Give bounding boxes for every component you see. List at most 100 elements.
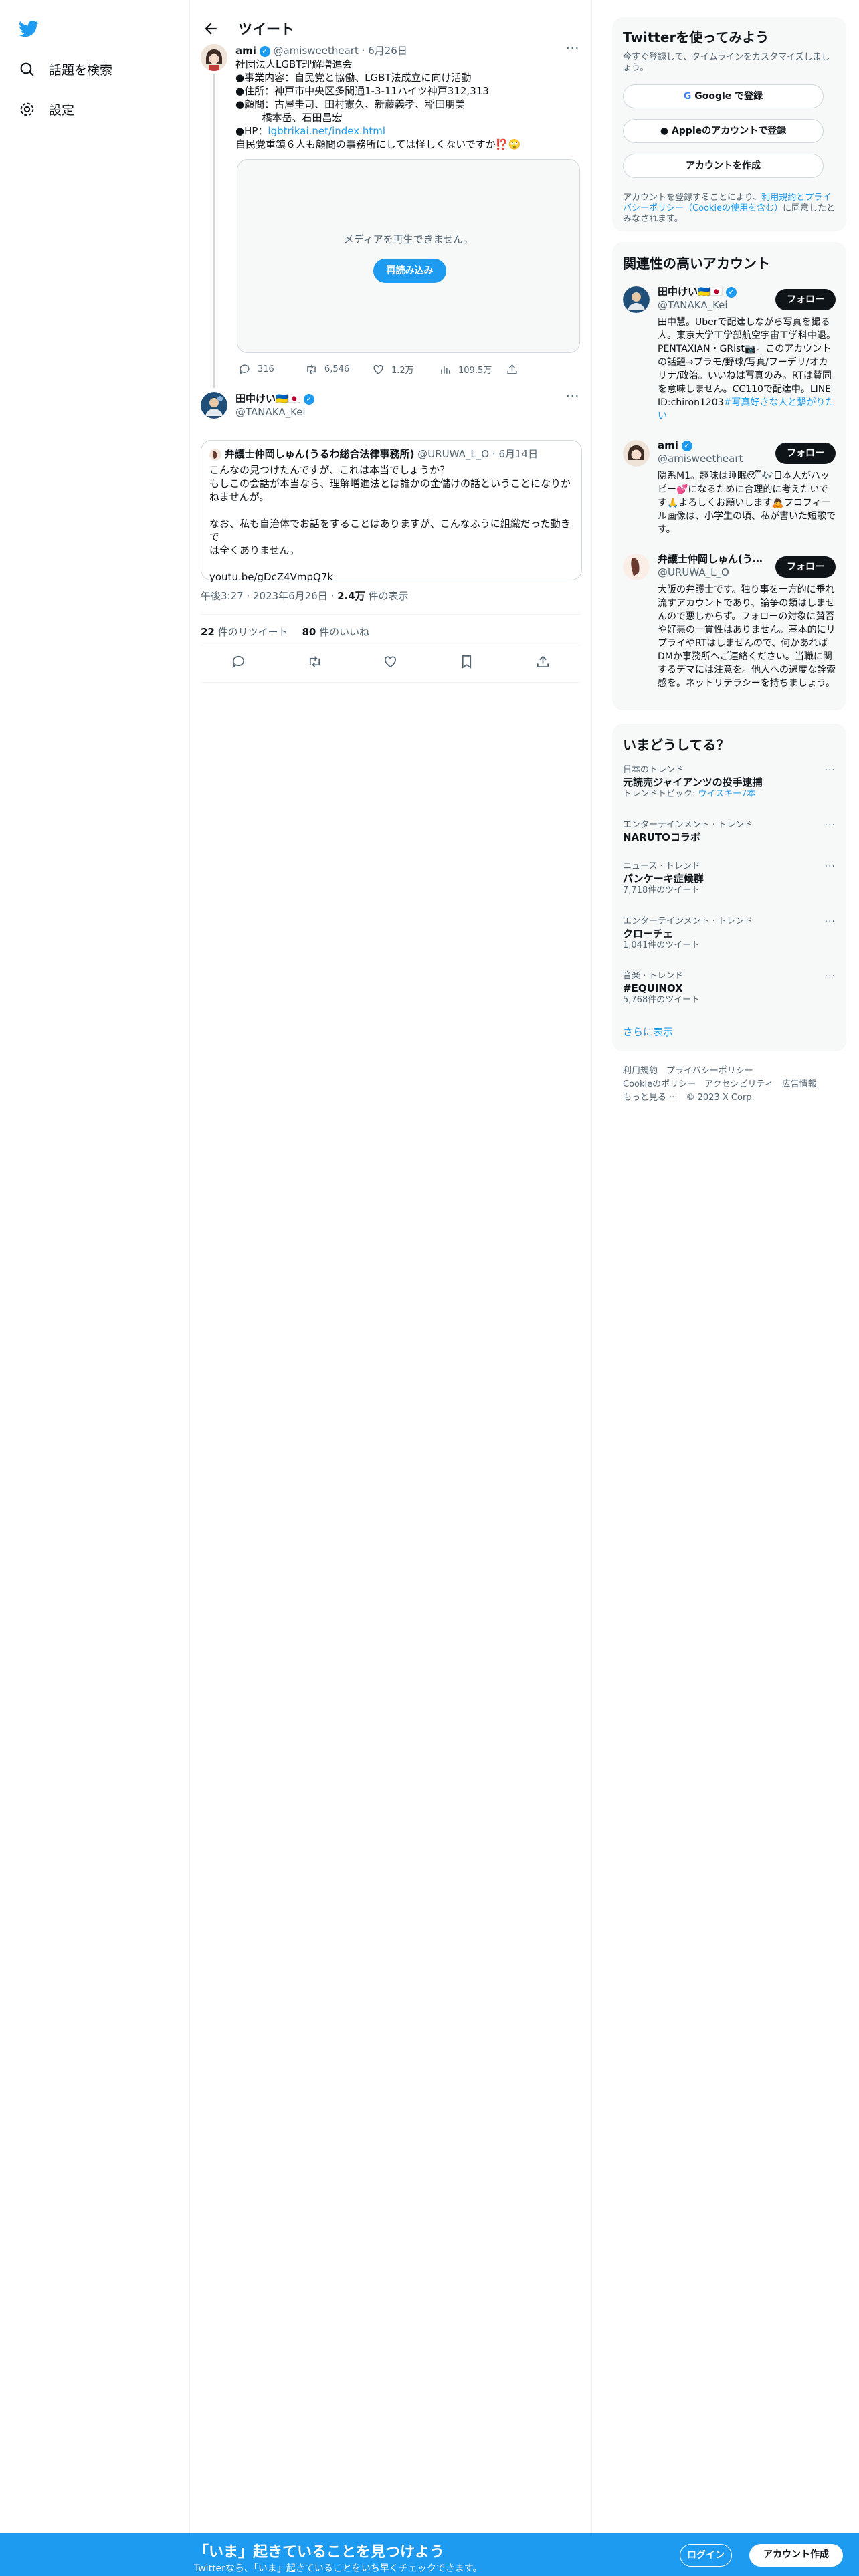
tweet-line: 社団法人LGBT理解増進会 (235, 58, 353, 70)
share-icon[interactable] (535, 654, 551, 669)
reply-icon (240, 364, 250, 375)
heart-icon (373, 364, 383, 374)
avatar-image (201, 392, 227, 419)
author-name[interactable]: 田中けい🇺🇦🇯🇵 (235, 393, 300, 405)
more-icon[interactable]: ··· (566, 389, 579, 403)
media-error-text: メディアを再生できません。 (343, 233, 474, 245)
follow-button[interactable]: フォロー (775, 556, 836, 578)
media-player[interactable]: メディアを再生できません。 再読み込み (237, 159, 580, 353)
nav-explore[interactable]: 話題を検索 (19, 60, 112, 78)
trend-item[interactable]: ニュース · トレンド パンケーキ症候群 7,718件のツイート ··· (623, 861, 836, 896)
verified-badge-icon: ✓ (681, 440, 692, 451)
hp-link[interactable]: lgbtrikai.net/index.html (268, 125, 385, 137)
main-column: ツイート ··· ami ✓ @amisweetheart · 6月26日 社団… (190, 0, 591, 2576)
more-icon[interactable]: ··· (825, 971, 836, 982)
trend-item[interactable]: エンターテインメント · トレンド クローチェ 1,041件のツイート ··· (623, 916, 836, 951)
quote-header: 弁護士仲岡しゅん(うるわ総合法律事務所) @URUWA_L_O · 6月14日 (209, 447, 538, 461)
tweet-line: ●事業内容：自民党と協働、LGBT法成立に向け活動 (235, 72, 472, 84)
back-arrow-icon[interactable] (202, 20, 219, 37)
follow-button[interactable]: フォロー (775, 289, 836, 310)
more-icon[interactable]: ··· (825, 765, 836, 776)
reply-button[interactable]: 316 (238, 363, 305, 376)
related-title: 関連性の高いアカウント (623, 255, 770, 272)
author-handle[interactable]: @TANAKA_Kei (235, 405, 314, 419)
verified-badge-icon: ✓ (304, 393, 315, 405)
avatar-image (201, 44, 227, 71)
heart-icon[interactable] (383, 654, 398, 669)
views-count: 109.5万 (458, 366, 492, 376)
share-icon (507, 364, 517, 374)
trend-count: 1,041件のツイート (623, 940, 700, 950)
trend-category: エンターテインメント · トレンド (623, 916, 753, 926)
twitter-logo-icon[interactable] (19, 19, 39, 39)
tweet-line: 橋本岳、石田昌宏 (235, 112, 343, 124)
page-title: ツイート (238, 21, 294, 37)
avatar[interactable] (201, 44, 227, 71)
nav-settings[interactable]: 設定 (19, 100, 74, 118)
share-button[interactable] (506, 363, 573, 376)
tweet-timestamp[interactable]: 午後3:27 · 2023年6月26日 (201, 590, 328, 602)
tweet-parent: ami ✓ @amisweetheart · 6月26日 社団法人LGBT理解増… (235, 44, 583, 151)
footer-line[interactable]: Cookieのポリシー アクセシビリティ 広告情報 (623, 1078, 844, 1091)
tweet-header: ami ✓ @amisweetheart · 6月26日 (235, 44, 583, 58)
account-header[interactable]: 田中けい🇺🇦🇯🇵 ✓ @TANAKA_Kei (658, 285, 737, 312)
nav-settings-label: 設定 (49, 103, 75, 118)
quoted-tweet[interactable]: 弁護士仲岡しゅん(うるわ総合法律事務所) @URUWA_L_O · 6月14日 … (201, 440, 582, 583)
tweet-actions (201, 654, 581, 669)
verified-badge-icon: ✓ (259, 45, 270, 57)
trend-item[interactable]: エンターテインメント · トレンド NARUTOコラボ ··· (623, 820, 836, 844)
avatar[interactable] (623, 286, 650, 313)
retry-button[interactable]: 再読み込み (373, 259, 446, 283)
tweet-line: ●顧問：古屋圭司、田村憲久、新藤義孝、稲田朋美 (235, 98, 466, 110)
thread-line (213, 74, 215, 388)
more-icon[interactable]: ··· (825, 916, 836, 927)
trend-category: ニュース · トレンド (623, 861, 700, 871)
quote-avatar (209, 448, 221, 461)
create-account-button[interactable]: アカウントを作成 (623, 154, 824, 178)
google-signup-button[interactable]: G Google で登録 (623, 84, 824, 108)
trend-name: クローチェ (623, 928, 674, 940)
more-icon[interactable]: ··· (825, 861, 836, 872)
avatar[interactable] (201, 392, 227, 419)
tweet-line: ●住所：神戸市中央区多聞通1-3-11ハイツ神戸312,313 (235, 85, 489, 97)
author-handle[interactable]: @amisweetheart (273, 45, 358, 57)
signup-card: Twitterを使ってみよう 今すぐ登録して、タイムラインをカスタマイズしましょ… (612, 17, 846, 231)
apple-signup-label: Appleのアカウントで登録 (671, 126, 787, 136)
account-header[interactable]: 弁護士仲岡しゅん(う… @URUWA_L_O (658, 552, 763, 579)
account-handle: @amisweetheart (658, 453, 743, 465)
trend-item[interactable]: 日本のトレンド 元読売ジャイアンツの投手逮捕 トレンドトピック: ウイスキー7本… (623, 765, 836, 800)
trend-item[interactable]: 音楽 · トレンド #EQUINOX 5,768件のツイート ··· (623, 971, 836, 1006)
tweet-time[interactable]: 6月26日 (368, 45, 407, 57)
avatar[interactable] (623, 554, 650, 580)
quote-line (209, 557, 575, 570)
footer-line[interactable]: もっと見る ··· © 2023 X Corp. (623, 1091, 844, 1105)
footer-line[interactable]: 利用規約 プライバシーポリシー (623, 1065, 844, 1078)
account-name: 弁護士仲岡しゅん(う… (658, 553, 763, 565)
bookmark-icon[interactable] (459, 654, 474, 669)
likes-link[interactable]: 80 件のいいね (302, 626, 369, 638)
trend-topic-link[interactable]: ウイスキー7本 (698, 789, 756, 799)
account-bio: 田中慧。Uberで配達しながら写真を撮る人。東京大学工学部航空宇宙工学科中退。P… (658, 316, 836, 423)
author-name[interactable]: ami (235, 45, 256, 57)
retweet-icon[interactable] (307, 654, 322, 669)
retweets-link[interactable]: 22 件のリツイート (201, 626, 288, 638)
account-handle: @TANAKA_Kei (658, 299, 728, 311)
reply-icon[interactable] (231, 654, 246, 669)
follow-button[interactable]: フォロー (775, 443, 836, 464)
like-button[interactable]: 1.2万 (372, 363, 439, 376)
more-icon[interactable]: ··· (825, 820, 836, 831)
trend-name: 元読売ジャイアンツの投手逮捕 (623, 776, 763, 788)
banner-signup-button[interactable]: アカウント作成 (749, 2544, 843, 2567)
like-count: 1.2万 (391, 366, 414, 376)
views-button[interactable]: 109.5万 (439, 363, 506, 376)
login-banner: 「いま」起きていることを見つけよう Twitterなら、「いま」起きていることを… (0, 2533, 859, 2576)
retweet-button[interactable]: 6,546 (305, 363, 372, 376)
apple-signup-button[interactable]: ● Appleのアカウントで登録 (623, 119, 824, 143)
login-button[interactable]: ログイン (680, 2544, 732, 2567)
signup-terms: アカウントを登録することにより、利用規約とプライバシーポリシー（Cookieの使… (623, 193, 836, 225)
avatar[interactable] (623, 440, 650, 467)
show-more-link[interactable]: さらに表示 (623, 1025, 673, 1039)
account-header[interactable]: ami ✓ @amisweetheart (658, 439, 743, 465)
avatar-image (623, 286, 650, 313)
verified-badge-icon: ✓ (726, 286, 737, 298)
